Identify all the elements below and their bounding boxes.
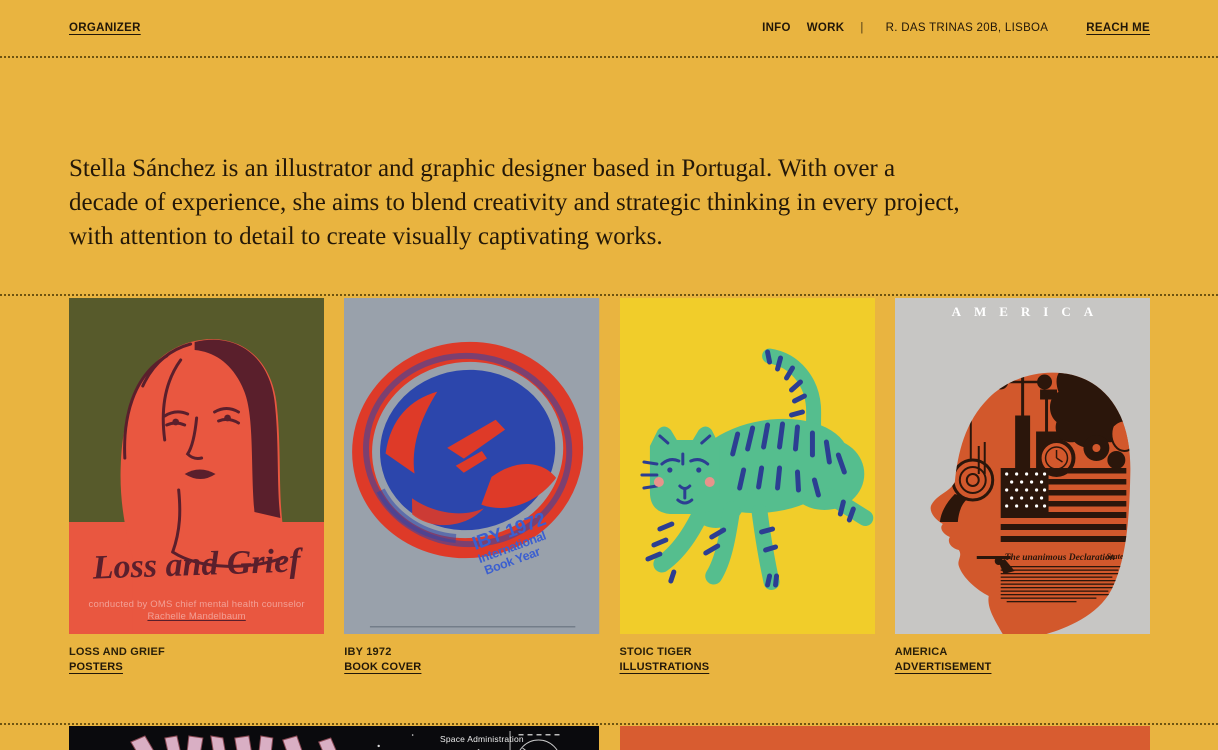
space-poster-art [69, 726, 599, 750]
intro-line-2: decade of experience, she aims to blend … [69, 186, 1150, 220]
project-label: AMERICA ADVERTISEMENT [895, 645, 1150, 675]
project-card-iby-1972: IBY 1972 International Book Year IBY 197… [344, 298, 599, 675]
header-nav: INFO WORK | R. DAS TRINAS 20B, LISBOA RE… [762, 22, 1150, 34]
project-card-loss-and-grief: Loss and Grief conducted by OMS chief me… [69, 298, 324, 675]
header-address: R. DAS TRINAS 20B, LISBOA [886, 22, 1049, 34]
project-title: STOIC TIGER [620, 645, 875, 660]
project-category-link[interactable]: ADVERTISEMENT [895, 660, 992, 675]
project-title: LOSS AND GRIEF [69, 645, 324, 660]
project-title: AMERICA [895, 645, 1150, 660]
project-category-link[interactable]: BOOK COVER [344, 660, 421, 675]
nav-item-info[interactable]: INFO [762, 22, 791, 34]
project-card-america: The unanimous Declaration States [895, 298, 1150, 675]
tiger-poster-art [620, 298, 875, 634]
loss-and-grief-poster-art [69, 298, 324, 634]
header: ORGANIZER INFO WORK | R. DAS TRINAS 20B,… [0, 0, 1218, 58]
poster-image-orange[interactable] [620, 726, 1151, 750]
portfolio-page: ORGANIZER INFO WORK | R. DAS TRINAS 20B,… [0, 0, 1218, 750]
nav-item-work[interactable]: WORK [807, 22, 845, 34]
project-category-link[interactable]: ILLUSTRATIONS [620, 660, 710, 675]
project-label: LOSS AND GRIEF POSTERS [69, 645, 324, 675]
project-title: IBY 1972 [344, 645, 599, 660]
iby-poster-art [344, 298, 599, 634]
intro-line-1: Stella Sánchez is an illustrator and gra… [69, 152, 1150, 186]
intro-text: Stella Sánchez is an illustrator and gra… [0, 152, 1218, 254]
poster-image-space[interactable]: Space Administration [69, 726, 600, 750]
project-grid-row2: Space Administration [0, 725, 1218, 750]
project-card-stoic-tiger: STOIC TIGER ILLUSTRATIONS [620, 298, 875, 675]
america-poster-art: The unanimous Declaration States [895, 298, 1150, 634]
reach-me-link[interactable]: REACH ME [1086, 22, 1150, 34]
poster-image-stoic-tiger[interactable] [620, 298, 875, 634]
poster-image-iby-1972[interactable]: IBY 1972 International Book Year [344, 298, 599, 634]
logo-organizer[interactable]: ORGANIZER [69, 22, 141, 34]
declaration-heading: The unanimous Declaration [1004, 553, 1114, 563]
project-label: STOIC TIGER ILLUSTRATIONS [620, 645, 875, 675]
project-label: IBY 1972 BOOK COVER [344, 645, 599, 675]
poster-image-loss-and-grief[interactable]: Loss and Grief conducted by OMS chief me… [69, 298, 324, 634]
intro-line-3: with attention to detail to create visua… [69, 220, 1150, 254]
poster-image-america[interactable]: The unanimous Declaration States [895, 298, 1150, 634]
project-category-link[interactable]: POSTERS [69, 660, 123, 675]
project-grid: Loss and Grief conducted by OMS chief me… [0, 296, 1218, 675]
orange-poster-art [620, 726, 1151, 750]
nav-divider: | [860, 22, 863, 34]
